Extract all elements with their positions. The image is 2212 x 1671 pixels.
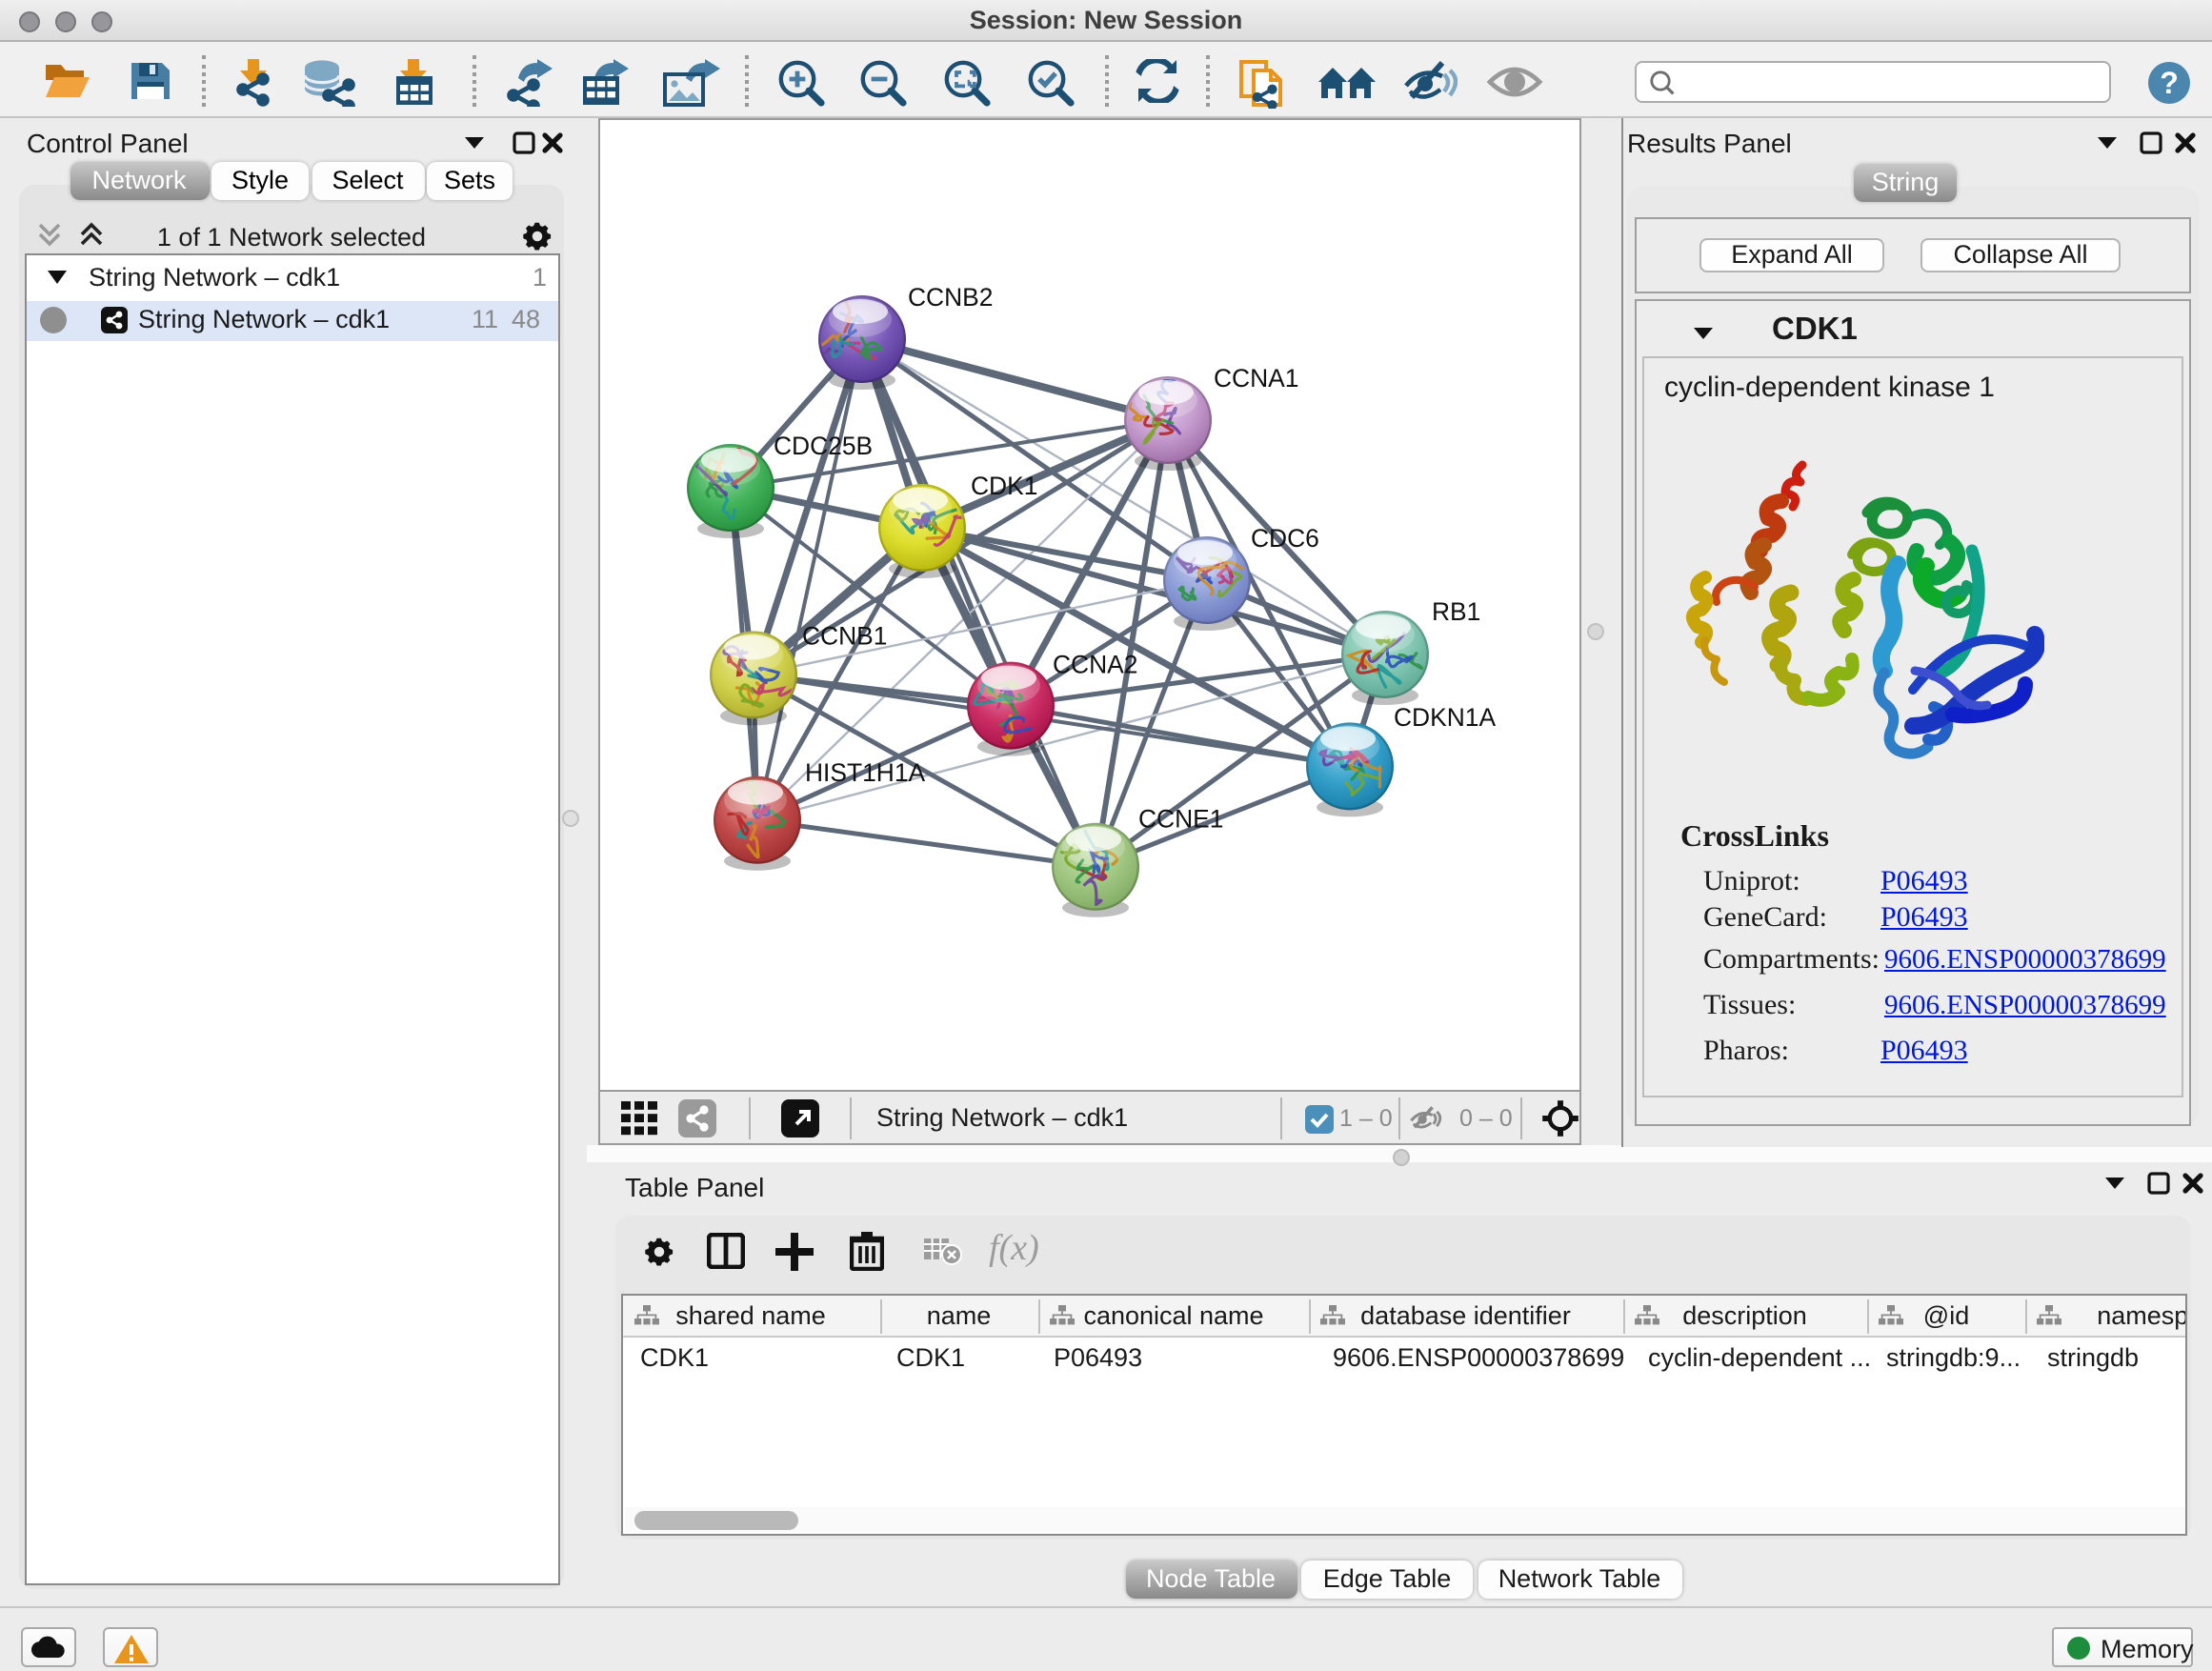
svg-text:CCNE1: CCNE1 bbox=[1138, 804, 1223, 833]
svg-text:CDC25B: CDC25B bbox=[774, 432, 873, 460]
svg-text:HIST1H1A: HIST1H1A bbox=[805, 758, 926, 787]
svg-text:RB1: RB1 bbox=[1432, 597, 1480, 626]
svg-text:CDC6: CDC6 bbox=[1251, 524, 1319, 553]
svg-text:CCNB2: CCNB2 bbox=[908, 283, 993, 312]
svg-text:CCNA2: CCNA2 bbox=[1053, 650, 1137, 678]
svg-text:CCNB1: CCNB1 bbox=[802, 621, 887, 650]
svg-text:CDK1: CDK1 bbox=[971, 472, 1037, 500]
svg-text:CCNA1: CCNA1 bbox=[1214, 364, 1298, 393]
svg-text:CDKN1A: CDKN1A bbox=[1394, 703, 1496, 732]
svg-text:?: ? bbox=[2160, 66, 2179, 100]
